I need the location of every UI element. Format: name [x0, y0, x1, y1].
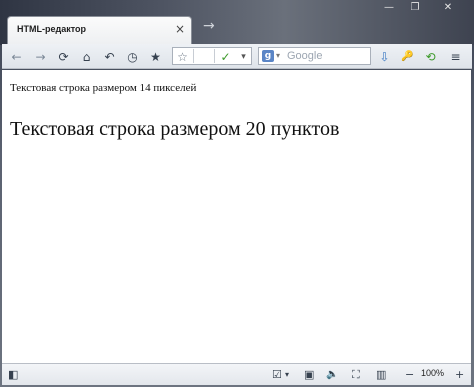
- key-icon[interactable]: 🔑: [399, 48, 416, 65]
- search-box[interactable]: g ▾ Google: [258, 47, 371, 65]
- text-line-20pt: Текстовая строка размером 20 пунктов: [10, 118, 340, 140]
- minimize-button[interactable]: —: [376, 0, 402, 16]
- new-tab-icon[interactable]: →: [203, 18, 215, 34]
- status-bar: ◧ ☑ ▾ ▣ 🔈 ⛶ ▥ − 100% +: [2, 363, 471, 385]
- download-icon[interactable]: ⇩: [376, 48, 393, 65]
- url-dropdown-icon[interactable]: ▾: [235, 48, 252, 65]
- zoom-level[interactable]: 100%: [421, 368, 444, 378]
- tab-html-editor[interactable]: HTML-редактор ×: [7, 16, 192, 44]
- close-window-button[interactable]: ✕: [428, 0, 468, 16]
- check-icon[interactable]: ☑: [272, 368, 282, 382]
- address-bar[interactable]: ☆ ✓ ▾: [172, 47, 252, 65]
- zoom-out-button[interactable]: −: [405, 368, 414, 382]
- check-dropdown-icon[interactable]: ▾: [285, 368, 289, 382]
- go-icon[interactable]: ✓: [217, 48, 234, 65]
- bookmarks-icon[interactable]: ★: [147, 48, 164, 65]
- tab-title: HTML-редактор: [17, 24, 86, 34]
- reload-icon[interactable]: ⟳: [55, 48, 72, 65]
- url-input[interactable]: [193, 49, 215, 63]
- bookmark-add-icon[interactable]: ☆: [174, 48, 191, 65]
- toolbar: ← → ⟳ ⌂ ↶ ◷ ★ ☆ ✓ ▾ g ▾ Google ⇩ 🔑 ⟲ ≡: [2, 44, 472, 69]
- home-icon[interactable]: ⌂: [78, 48, 95, 65]
- split-view-icon[interactable]: ▥: [376, 368, 386, 382]
- fullscreen-icon[interactable]: ⛶: [352, 368, 360, 382]
- undo-icon[interactable]: ↶: [101, 48, 118, 65]
- search-input[interactable]: Google: [287, 50, 322, 62]
- page-content: Текстовая строка размером 14 пикселей Те…: [2, 70, 471, 363]
- window-controls: — ❐ ✕: [376, 0, 468, 16]
- window-frame: — ❐ ✕ HTML-редактор × → ← → ⟳ ⌂ ↶ ◷ ★ ☆ …: [0, 0, 474, 387]
- text-line-14px: Текстовая строка размером 14 пикселей: [10, 82, 197, 94]
- sidebar-toggle-icon[interactable]: ◧: [8, 368, 18, 382]
- tab-close-icon[interactable]: ×: [175, 23, 185, 35]
- restore-button[interactable]: ❐: [402, 0, 428, 16]
- zoom-in-button[interactable]: +: [455, 368, 464, 382]
- search-engine-icon[interactable]: g: [262, 50, 274, 62]
- back-icon[interactable]: ←: [8, 48, 25, 65]
- forward-icon[interactable]: →: [32, 48, 49, 65]
- history-icon[interactable]: ◷: [124, 48, 141, 65]
- search-engine-dropdown-icon[interactable]: ▾: [276, 51, 280, 60]
- volume-icon[interactable]: 🔈: [326, 368, 338, 382]
- menu-icon[interactable]: ≡: [447, 48, 464, 65]
- sync-icon[interactable]: ⟲: [422, 48, 439, 65]
- screen-icon[interactable]: ▣: [304, 368, 314, 382]
